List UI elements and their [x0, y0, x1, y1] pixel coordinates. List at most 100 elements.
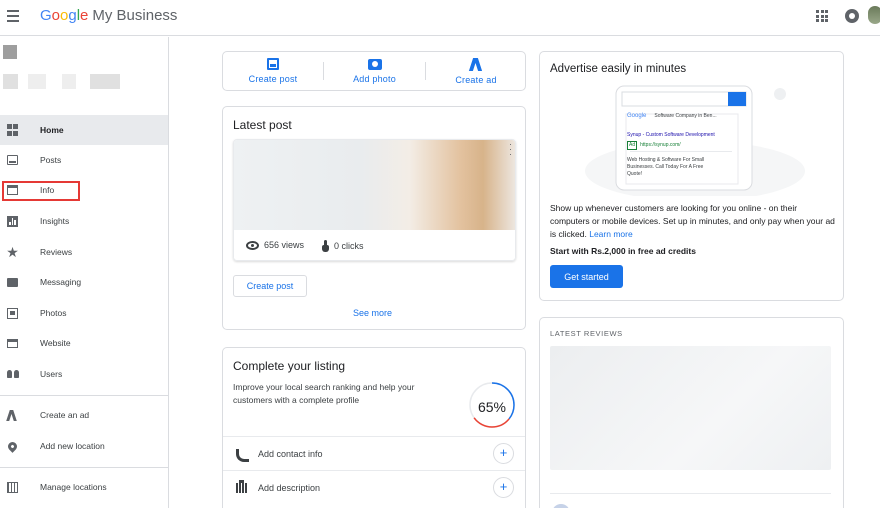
- logo-letter: o: [51, 7, 61, 24]
- sidebar-item-label: Posts: [40, 155, 62, 165]
- sidebar-item-label: Users: [40, 369, 63, 379]
- advertise-description: Show up whenever customers are looking f…: [550, 202, 835, 241]
- storefront-icon: [6, 184, 19, 197]
- account-avatar[interactable]: [868, 6, 880, 24]
- sidebar-item-users[interactable]: Users: [0, 359, 168, 389]
- users-icon: [6, 368, 19, 381]
- mock-ad-title: Synup - Custom Software Development: [627, 132, 715, 138]
- product-logo[interactable]: Google My Business: [40, 7, 177, 24]
- sidebar-item-insights[interactable]: Insights: [0, 206, 168, 236]
- sidebar-item-label: Manage locations: [40, 482, 107, 492]
- location-pin-icon: [6, 439, 19, 453]
- complete-listing-card: Complete your listing Improve your local…: [222, 347, 526, 508]
- add-contact-info-button[interactable]: +: [493, 443, 514, 464]
- sidebar-item-create-ad[interactable]: Create an ad: [0, 400, 168, 430]
- sidebar-item-manage-locations[interactable]: Manage locations: [0, 472, 168, 502]
- logo-letter: g: [68, 7, 77, 24]
- see-more-link[interactable]: See more: [353, 308, 392, 318]
- notifications-icon[interactable]: [845, 9, 859, 23]
- sidebar-divider: [0, 467, 168, 468]
- sidebar-item-label: Insights: [40, 216, 70, 226]
- sidebar: Home Posts Info Insights ★ Reviews Messa…: [0, 37, 169, 508]
- sidebar-item-label: Photos: [40, 308, 67, 318]
- menu-icon[interactable]: [7, 10, 19, 22]
- mock-ad-text: Web Hosting & Software For Small Busines…: [627, 157, 705, 177]
- sidebar-item-add-location[interactable]: Add new location: [0, 431, 168, 461]
- dashboard-icon: [6, 124, 19, 137]
- sidebar-item-info[interactable]: Info: [0, 175, 168, 205]
- sidebar-item-label: Info: [40, 185, 55, 195]
- sidebar-item-website[interactable]: Website: [0, 328, 168, 358]
- latest-post-title: Latest post: [233, 118, 292, 132]
- learn-more-link[interactable]: Learn more: [589, 229, 632, 239]
- post-stats: 656 views 0 clicks: [234, 230, 515, 260]
- create-post-label: Create post: [248, 74, 298, 84]
- task-add-contact-info[interactable]: Add contact info +: [223, 436, 525, 470]
- message-icon: [6, 276, 19, 289]
- reviewer-avatar: [552, 504, 570, 508]
- product-name: My Business: [92, 7, 178, 24]
- sidebar-item-label: Home: [40, 125, 64, 135]
- get-started-button[interactable]: Get started: [550, 265, 623, 288]
- apps-grid-icon[interactable]: [816, 10, 828, 22]
- touch-icon: [322, 240, 329, 252]
- sidebar-item-messaging[interactable]: Messaging: [0, 267, 168, 297]
- add-photo-label: Add photo: [353, 73, 396, 84]
- sidebar-item-reviews[interactable]: ★ Reviews: [0, 237, 168, 267]
- progress-percent: 65%: [477, 399, 507, 415]
- top-app-bar: Google My Business: [0, 0, 880, 36]
- post-image: [234, 140, 515, 230]
- sidebar-item-posts[interactable]: Posts: [0, 145, 168, 175]
- latest-post-card: Latest post · · · 656 views 0 clicks Creat…: [222, 106, 526, 330]
- listing-description: Improve your local search ranking and he…: [233, 382, 415, 405]
- logo-letter: e: [80, 7, 89, 24]
- review-content-blurred: [550, 346, 831, 470]
- business-logo: [3, 45, 17, 59]
- clicks-stat: 0 clicks: [322, 240, 364, 252]
- views-stat: 656 views: [246, 240, 304, 250]
- sidebar-item-label: Website: [40, 338, 71, 348]
- add-photo-action[interactable]: Add photo: [324, 52, 425, 90]
- camera-icon: [367, 58, 382, 70]
- create-post-action[interactable]: Create post: [223, 52, 323, 90]
- mock-ad-url: https://synup.com/: [640, 142, 681, 148]
- mock-search-brand: Google: [627, 113, 647, 119]
- latest-reviews-label: LATEST REVIEWS: [550, 329, 623, 338]
- business-name-blurred: [62, 74, 76, 89]
- description-icon: [235, 479, 247, 494]
- more-vert-icon[interactable]: · · ·: [509, 140, 513, 159]
- task-add-description[interactable]: Add description +: [223, 470, 525, 504]
- advertise-card: Advertise easily in minutes Google Softw…: [539, 51, 844, 301]
- clicks-count: 0 clicks: [334, 241, 364, 251]
- building-icon: [6, 481, 19, 494]
- posts-icon: [6, 154, 19, 167]
- sidebar-item-home[interactable]: Home: [0, 115, 168, 145]
- google-ads-icon: [6, 409, 19, 422]
- business-name-blurred: [3, 74, 18, 89]
- logo-letter: G: [40, 7, 52, 24]
- business-name-blurred: [28, 74, 46, 89]
- google-ads-icon: [470, 58, 482, 71]
- post-icon: [267, 58, 279, 70]
- sidebar-item-label: Reviews: [40, 247, 73, 257]
- business-name-blurred: [90, 74, 120, 89]
- latest-reviews-card: LATEST REVIEWS: [539, 317, 844, 508]
- sidebar-item-label: Add new location: [40, 441, 105, 451]
- sidebar-item-label: Create an ad: [40, 410, 90, 420]
- create-post-button[interactable]: Create post: [233, 275, 307, 297]
- views-count: 656 views: [264, 240, 305, 250]
- eye-icon: [246, 240, 259, 250]
- mock-search-query: Software Company in Ben...: [654, 113, 717, 119]
- create-ad-action[interactable]: Create ad: [426, 52, 526, 90]
- task-label: Add contact info: [258, 448, 323, 459]
- sidebar-item-photos[interactable]: Photos: [0, 298, 168, 328]
- sidebar-divider: [0, 395, 168, 396]
- advertise-title: Advertise easily in minutes: [550, 63, 687, 75]
- insights-icon: [6, 215, 19, 228]
- quick-actions-card: Create post Add photo Create ad: [222, 51, 526, 91]
- task-label: Add description: [258, 482, 321, 493]
- website-icon: [6, 337, 19, 350]
- post-preview[interactable]: · · · 656 views 0 clicks: [233, 139, 516, 261]
- mock-ad-badge: Ad: [627, 141, 638, 150]
- add-description-button[interactable]: +: [493, 477, 514, 498]
